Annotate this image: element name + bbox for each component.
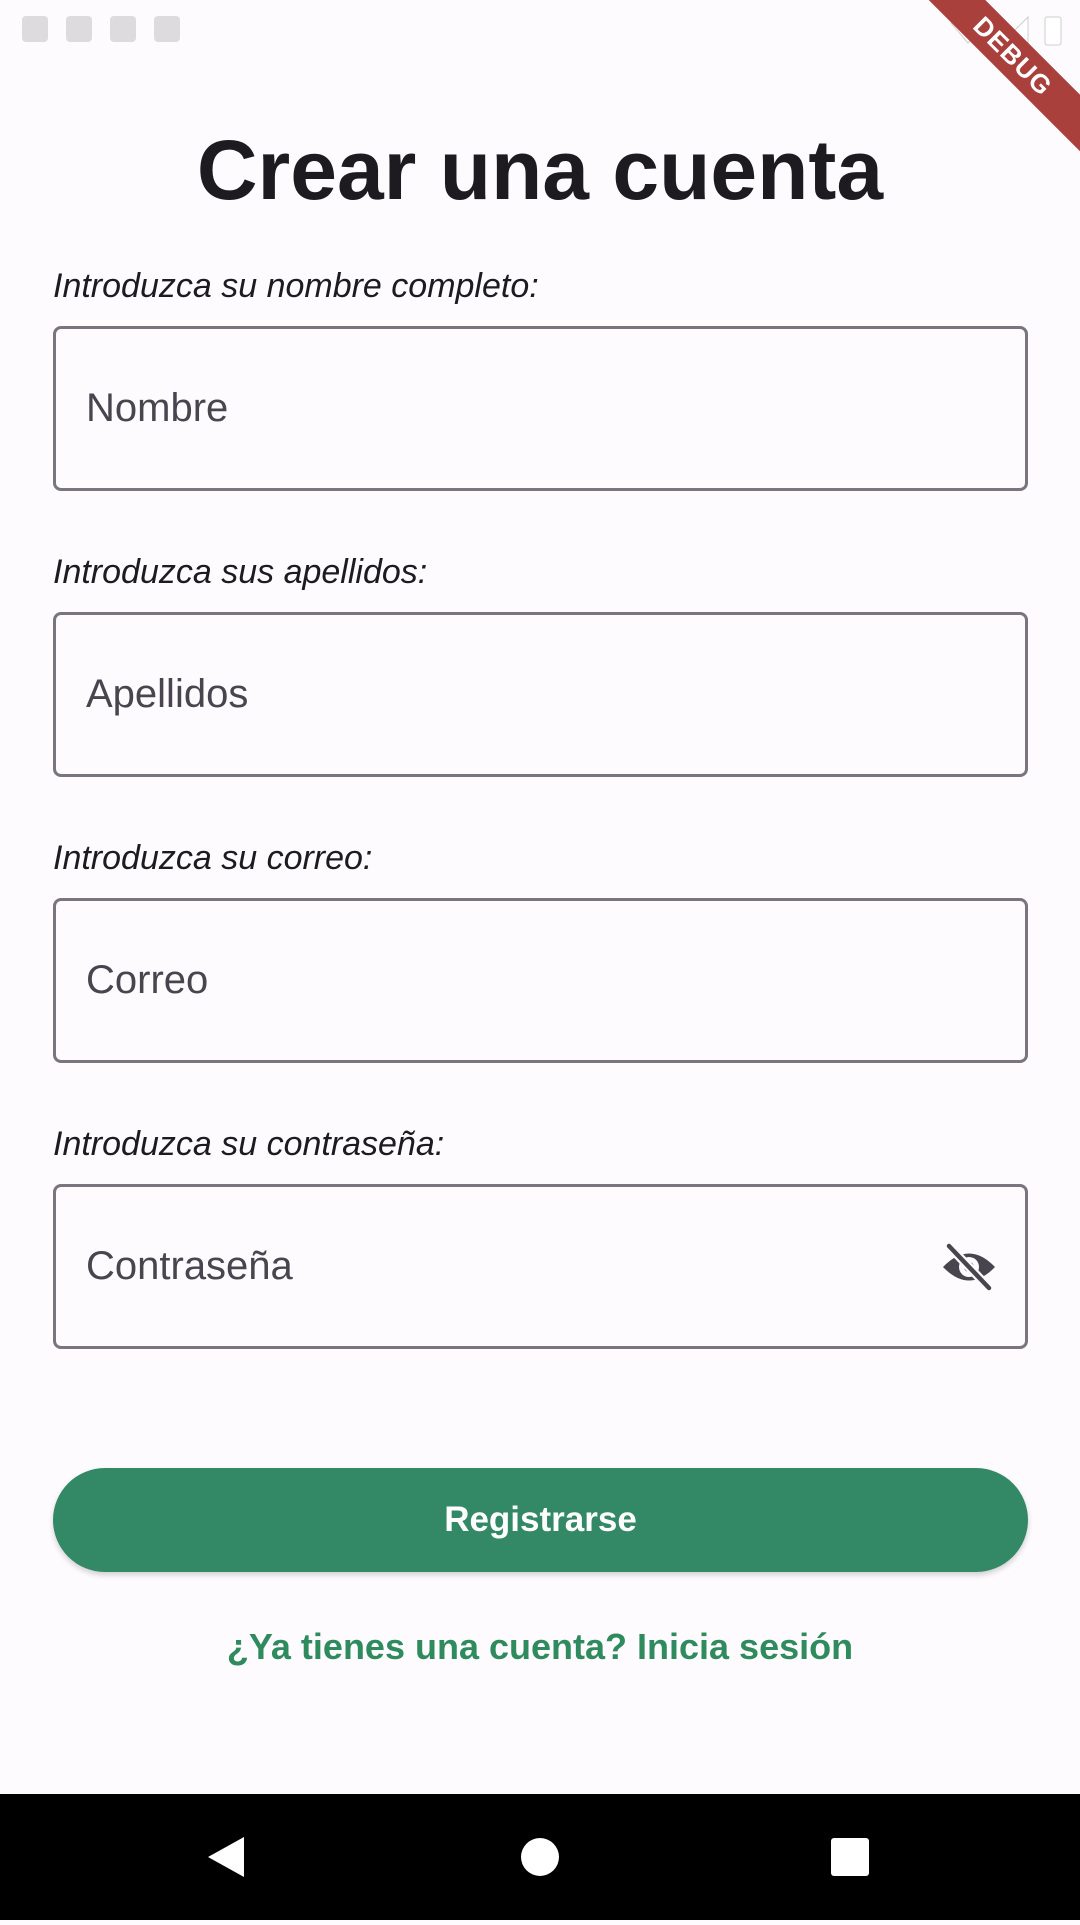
name-input[interactable] (86, 329, 966, 488)
password-field[interactable] (53, 1184, 1028, 1349)
surname-field-label: Introduzca sus apellidos: (53, 553, 428, 591)
home-button[interactable] (480, 1794, 600, 1920)
name-field-label: Introduzca su nombre completo: (53, 267, 539, 305)
home-icon (521, 1838, 559, 1876)
email-field-label: Introduzca su correo: (53, 839, 373, 877)
visibility-off-icon[interactable] (941, 1242, 997, 1292)
password-input[interactable] (86, 1187, 886, 1346)
email-input[interactable] (86, 901, 966, 1060)
surname-field[interactable] (53, 612, 1028, 777)
notification-icon (154, 16, 180, 42)
name-field[interactable] (53, 326, 1028, 491)
recents-icon (831, 1838, 869, 1876)
password-field-label: Introduzca su contraseña: (53, 1125, 445, 1163)
notification-icon (66, 16, 92, 42)
navigation-bar (0, 1794, 1080, 1920)
register-button[interactable]: Registrarse (53, 1468, 1028, 1572)
battery-icon (1044, 16, 1062, 46)
back-button[interactable] (166, 1794, 286, 1920)
notification-icon (110, 16, 136, 42)
status-bar (0, 0, 1080, 62)
page-title: Crear una cuenta (196, 123, 884, 217)
status-icons-left (22, 16, 180, 42)
notification-icon (22, 16, 48, 42)
email-field[interactable] (53, 898, 1028, 1063)
surname-input[interactable] (86, 615, 966, 774)
back-icon (208, 1837, 244, 1877)
recents-button[interactable] (790, 1794, 910, 1920)
login-link[interactable]: ¿Ya tienes una cuenta? Inicia sesión (0, 1622, 1080, 1672)
